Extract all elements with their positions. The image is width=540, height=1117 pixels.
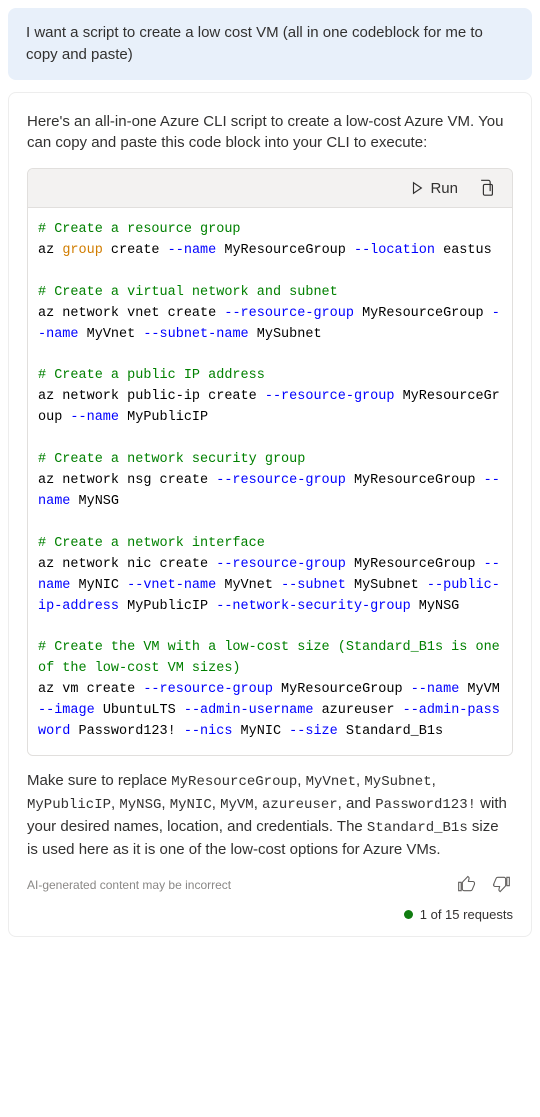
code-token: MyResourceGroup	[346, 557, 484, 572]
status-row: 1 of 15 requests	[27, 907, 513, 922]
code-token: --image	[38, 703, 95, 718]
code-token: Standard_B1s	[338, 724, 443, 739]
thumbs-down-icon	[491, 874, 511, 894]
code-token: # Create a public IP address	[38, 368, 265, 383]
code-token: --name	[168, 243, 217, 258]
run-button[interactable]: Run	[410, 180, 458, 197]
code-token: MyVnet	[79, 327, 144, 342]
code-token: --network-security-group	[216, 599, 410, 614]
inline-code: MyNIC	[170, 797, 212, 813]
code-token: az	[38, 243, 62, 258]
play-icon	[410, 181, 424, 195]
code-token: az network nic create	[38, 557, 216, 572]
copy-icon	[478, 179, 496, 197]
code-token: # Create a virtual network and subnet	[38, 285, 338, 300]
code-token: MyNIC	[70, 578, 127, 593]
thumbs-down-button[interactable]	[489, 872, 513, 899]
assistant-outro: Make sure to replace MyResourceGroup, My…	[27, 770, 513, 862]
code-token: create	[103, 243, 168, 258]
code-token: MyResourceGroup	[346, 473, 484, 488]
code-token: --location	[354, 243, 435, 258]
code-token: MyNSG	[411, 599, 460, 614]
inline-code: MySubnet	[364, 774, 431, 790]
code-token: --name	[411, 682, 460, 697]
inline-code: azureuser	[262, 797, 338, 813]
copy-button[interactable]	[476, 177, 498, 199]
code-token: Password123!	[70, 724, 183, 739]
status-dot-icon	[404, 910, 413, 919]
code-token: MyResourceGroup	[273, 682, 411, 697]
inline-code: Standard_B1s	[367, 820, 468, 836]
code-token: --resource-group	[143, 682, 273, 697]
inline-code: MyPublicIP	[27, 797, 111, 813]
inline-code: MyResourceGroup	[171, 774, 297, 790]
code-token: --subnet-name	[143, 327, 248, 342]
code-token: MyResourceGroup	[216, 243, 354, 258]
code-token: --vnet-name	[127, 578, 216, 593]
code-token: eastus	[435, 243, 492, 258]
code-token: MyPublicIP	[119, 599, 216, 614]
feedback-buttons	[455, 872, 513, 899]
code-header: Run	[28, 169, 512, 208]
code-token: MySubnet	[249, 327, 322, 342]
code-token: --resource-group	[216, 473, 346, 488]
code-token: az network vnet create	[38, 306, 224, 321]
code-token: group	[62, 243, 103, 258]
code-token: --nics	[184, 724, 233, 739]
inline-code: MyNSG	[119, 797, 161, 813]
code-token: # Create a resource group	[38, 222, 241, 237]
code-body[interactable]: # Create a resource group az group creat…	[28, 208, 512, 755]
run-label: Run	[430, 180, 458, 197]
code-token: az vm create	[38, 682, 143, 697]
thumbs-up-icon	[457, 874, 477, 894]
inline-code: MyVM	[220, 797, 254, 813]
code-token: --name	[70, 410, 119, 425]
code-token: MyNSG	[70, 494, 119, 509]
thumbs-up-button[interactable]	[455, 872, 479, 899]
user-message: I want a script to create a low cost VM …	[8, 8, 532, 80]
code-token: azureuser	[313, 703, 402, 718]
code-token: MyResourceGroup	[354, 306, 492, 321]
code-token: --subnet	[281, 578, 346, 593]
code-token: UbuntuLTS	[95, 703, 184, 718]
request-counter: 1 of 15 requests	[420, 907, 513, 922]
message-footer: AI-generated content may be incorrect	[27, 872, 513, 899]
code-token: MyPublicIP	[119, 410, 208, 425]
code-block: Run # Create a resource group az group c…	[27, 168, 513, 756]
code-token: --resource-group	[265, 389, 395, 404]
code-token: MySubnet	[346, 578, 427, 593]
inline-code: Password123!	[375, 797, 476, 813]
ai-disclaimer: AI-generated content may be incorrect	[27, 878, 231, 892]
code-token: # Create a network interface	[38, 536, 265, 551]
code-token: az network nsg create	[38, 473, 216, 488]
code-token: MyVnet	[216, 578, 281, 593]
assistant-message: Here's an all-in-one Azure CLI script to…	[8, 92, 532, 937]
code-token: --resource-group	[216, 557, 346, 572]
code-token: # Create the VM with a low-cost size (St…	[38, 640, 508, 676]
code-token: --resource-group	[224, 306, 354, 321]
assistant-intro: Here's an all-in-one Azure CLI script to…	[27, 111, 513, 155]
code-token: --admin-username	[184, 703, 314, 718]
code-token: MyNIC	[232, 724, 289, 739]
code-token: --size	[289, 724, 338, 739]
inline-code: MyVnet	[306, 774, 356, 790]
code-token: az network public-ip create	[38, 389, 265, 404]
code-token: # Create a network security group	[38, 452, 305, 467]
code-token: MyVM	[459, 682, 508, 697]
